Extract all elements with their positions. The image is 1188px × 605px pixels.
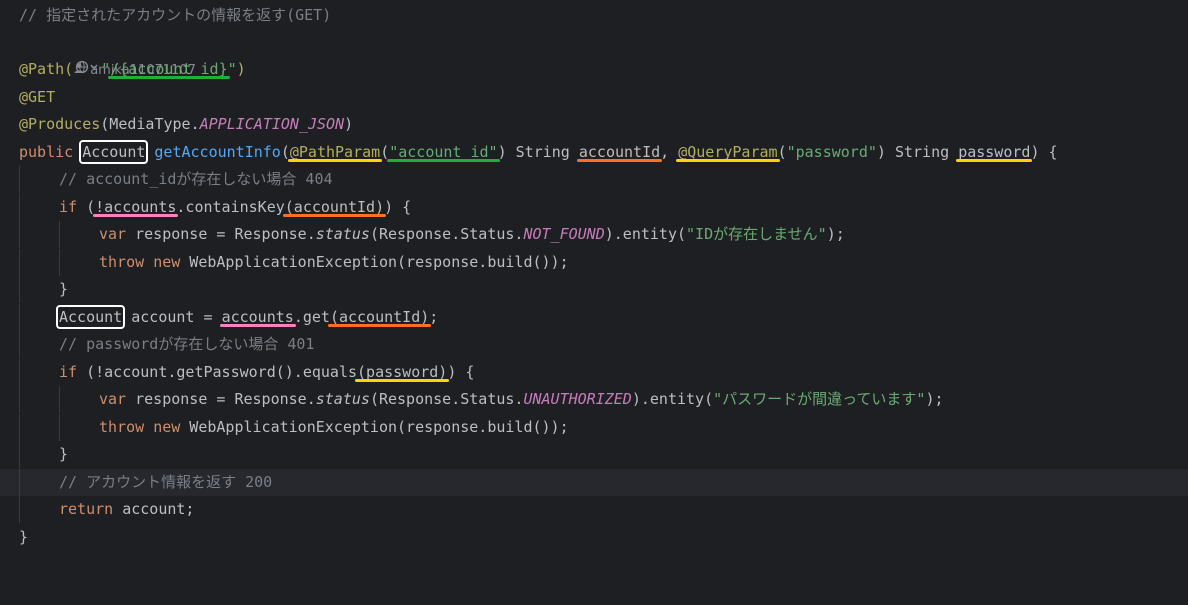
code-line-15: var response = Response.status(Response.… — [0, 386, 1188, 413]
keyword-public: public — [19, 143, 74, 161]
code-line-5: @Produces(MediaType.APPLICATION_JSON) — [19, 115, 354, 133]
code-line-13: // passwordが存在しない場合 401 — [0, 331, 1188, 358]
keyword-throw: throw — [99, 418, 145, 436]
contains-key-arg[interactable]: (accountId) — [285, 198, 384, 216]
code-line-14: if (!account.getPassword().equals(passwo… — [0, 359, 1188, 386]
annotation-query-param: @QueryParam — [678, 143, 778, 161]
annotation-produces: @Produces — [19, 115, 101, 133]
code-line-17: } — [0, 441, 1188, 468]
path-url-string[interactable]: /{account_id} — [110, 60, 227, 78]
closing-brace: } — [59, 445, 69, 463]
accounts-field[interactable]: accounts — [222, 308, 294, 326]
annotation-get: @GET — [19, 88, 56, 106]
method-status: status — [315, 390, 370, 408]
constant-application-json: APPLICATION_JSON — [199, 115, 345, 133]
string-account-id: "account_id" — [389, 143, 498, 161]
code-line-12: Account account = accounts.get(accountId… — [0, 304, 1188, 331]
code-line-8: if (!accounts.containsKey(accountId)) { — [0, 194, 1188, 221]
string-wrong-password: "パスワードが間違っています" — [713, 390, 926, 408]
keyword-var: var — [99, 225, 127, 243]
code-line-18: // アカウント情報を返す 200 — [0, 469, 1188, 496]
comment: // 指定されたアカウントの情報を返す(GET) — [19, 6, 332, 24]
code-line-6: public Account getAccountInfo(@PathParam("… — [19, 140, 1058, 164]
keyword-throw: throw — [99, 253, 145, 271]
constant-unauthorized: UNAUTHORIZED — [523, 390, 632, 408]
accounts-negation[interactable]: !accounts — [95, 198, 176, 216]
code-line-10: throw new WebApplicationException(respon… — [0, 249, 1188, 276]
string-id-not-found: "IDが存在しません" — [686, 225, 827, 243]
code-line-2: amika11071107 — [0, 29, 1188, 78]
code-editor[interactable]: // 指定されたアカウントの情報を返す(GET) amika11071107 @… — [0, 0, 1188, 555]
code-line-11: } — [0, 276, 1188, 303]
constant-not-found: NOT_FOUND — [523, 225, 605, 243]
method-status: status — [315, 225, 370, 243]
return-type-account[interactable]: Account — [79, 140, 149, 164]
code-line-4: @GET — [0, 84, 1188, 111]
method-name[interactable]: getAccountInfo — [154, 143, 280, 161]
code-line-20: } — [0, 524, 1188, 551]
param-account-id[interactable]: accountId — [579, 143, 660, 161]
comment: // account_idが存在しない場合 404 — [59, 170, 333, 188]
keyword-new: new — [153, 418, 181, 436]
code-line-7: // account_idが存在しない場合 404 — [0, 166, 1188, 193]
comment: // アカウント情報を返す 200 — [59, 473, 273, 491]
keyword-if: if — [59, 363, 78, 381]
param-password[interactable]: password — [958, 143, 1030, 161]
code-line-16: throw new WebApplicationException(respon… — [0, 414, 1188, 441]
closing-brace: } — [59, 280, 69, 298]
annotation-path: @Path( — [19, 60, 74, 78]
keyword-new: new — [153, 253, 181, 271]
code-line-19: return account; — [0, 496, 1188, 523]
equals-arg-password[interactable]: (password) — [357, 363, 447, 381]
get-arg-account-id[interactable]: (accountId) — [330, 308, 429, 326]
code-line-3: @Path("/{account_id}") — [0, 56, 1188, 83]
annotation-path-param: @PathParam — [289, 143, 381, 161]
comment: // passwordが存在しない場合 401 — [59, 335, 315, 353]
local-type-account[interactable]: Account — [55, 305, 126, 329]
keyword-var: var — [99, 390, 127, 408]
string-password: "password" — [786, 143, 877, 161]
closing-brace: } — [19, 528, 29, 546]
code-line-1: // 指定されたアカウントの情報を返す(GET) — [0, 2, 1188, 29]
keyword-return: return — [59, 500, 114, 518]
code-line-9: var response = Response.status(Response.… — [0, 221, 1188, 248]
globe-icon[interactable] — [75, 56, 99, 83]
keyword-if: if — [59, 198, 78, 216]
